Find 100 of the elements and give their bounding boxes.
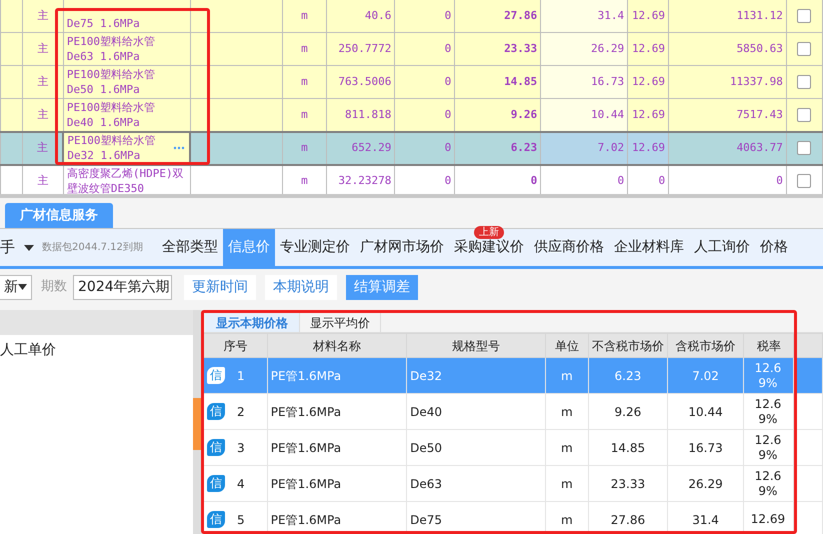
table-row[interactable]: 主 高密度聚乙烯(HDPE)双壁波纹管DE350 m 32.23278 0 0 0 0 0 xyxy=(0,164,822,194)
table-cell-text: 12.69% xyxy=(754,360,782,390)
checkbox[interactable] xyxy=(797,75,812,89)
table-cell: 0 xyxy=(394,66,455,98)
assistant-label: 手 xyxy=(0,237,15,258)
table-cell: 16.73 xyxy=(667,430,744,466)
table-cell: 5850.63 xyxy=(668,32,786,66)
table-cell: m xyxy=(282,32,327,66)
table-cell: 811.818 xyxy=(326,98,395,132)
table-cell: 11337.98 xyxy=(668,66,786,98)
table-cell: PE100塑料给水管 De32 1.6MPa xyxy=(63,132,190,164)
table-cell: m xyxy=(545,394,589,430)
dropdown[interactable]: 2024年第六期 xyxy=(73,274,172,300)
column-header[interactable]: 单位 xyxy=(545,334,589,358)
view-tab[interactable]: 显示本期价格 xyxy=(205,312,299,332)
checkbox[interactable] xyxy=(797,141,812,155)
table-cell: 0 xyxy=(394,98,455,132)
column-header[interactable]: 序号 xyxy=(204,334,268,358)
info-badge: 信 xyxy=(207,439,225,456)
toolbar-button[interactable]: 更新时间 xyxy=(184,274,256,300)
table-cell: 763.5006 xyxy=(326,66,395,98)
table-row[interactable]: 主 PE100塑料给水管 De40 1.6MPa m 811.818 0 9.26 10.44 12.69 7517.43 xyxy=(0,98,822,132)
nav-tab[interactable]: 专业测定价 xyxy=(274,229,355,266)
table-cell-text: 3 xyxy=(237,440,245,456)
table-cell: m xyxy=(545,358,589,394)
checkbox[interactable] xyxy=(797,42,812,56)
table-row[interactable]: 信 4 PE管1.6MPa De63 m 23.33 26.29 12.69% xyxy=(204,466,822,502)
column-header[interactable]: 含税市场价 xyxy=(667,334,744,358)
table-cell: 27.86 xyxy=(454,0,541,32)
nav-tab[interactable]: 人工询价 xyxy=(688,229,755,266)
table-cell: PE100塑料给水管 De40 1.6MPa xyxy=(63,98,190,132)
table-cell: m xyxy=(282,98,327,132)
column-header[interactable]: 税率 xyxy=(744,334,794,358)
table-cell: 10.44 xyxy=(667,394,744,430)
table-cell: 主 xyxy=(22,0,64,32)
table-cell: 0 xyxy=(394,132,455,164)
table-cell: m xyxy=(545,430,589,466)
table-cell: PE100塑料给水管 De63 1.6MPa xyxy=(63,32,190,66)
nav-tab[interactable]: 广材网市场价 xyxy=(354,229,449,266)
table-cell-text: 12.69% xyxy=(754,432,782,462)
nav-tab[interactable]: 供应商价格 xyxy=(528,229,609,266)
table-cell: m xyxy=(282,66,327,98)
nav-tab[interactable]: 企业材料库 xyxy=(608,229,689,266)
nav-tab[interactable]: 价格 xyxy=(754,229,793,266)
table-cell-text: 2 xyxy=(237,404,245,420)
table-cell: 40.6 xyxy=(326,0,395,32)
table-cell: De63 xyxy=(406,466,546,502)
new-badge: 上新 xyxy=(474,226,504,239)
table-cell: 23.33 xyxy=(454,32,541,66)
table-row[interactable]: 主 PE100塑料给水管 De50 1.6MPa m 763.5006 0 14.85 16.73 12.69 11337.98 xyxy=(0,66,822,98)
table-cell-text: 4 xyxy=(237,476,245,492)
package-expiry: 数据包2044.7.12到期 xyxy=(42,240,143,255)
table-cell: 7.02 xyxy=(667,358,744,394)
more-icon[interactable] xyxy=(173,146,186,150)
table-row[interactable]: 主 PE100塑料给水管 De63 1.6MPa m 250.7772 0 23.33 26.29 12.69 5850.63 xyxy=(0,32,822,66)
info-badge: 信 xyxy=(207,403,225,420)
view-tab[interactable]: 显示平均价 xyxy=(299,312,381,332)
tree-item[interactable]: 人工单价 xyxy=(0,335,193,361)
table-cell: PE管1.6MPa xyxy=(267,394,407,430)
table-cell: 12.69 xyxy=(628,66,669,98)
table-cell: 4063.77 xyxy=(668,132,786,164)
table-cell: PE100塑料给水管 De50 1.6MPa xyxy=(63,66,190,98)
table-cell: 14.85 xyxy=(588,430,668,466)
table-cell: 12.69 xyxy=(628,0,669,32)
info-badge: 信 xyxy=(207,475,225,492)
table-cell: 12.69 xyxy=(628,98,669,132)
table-cell: 26.29 xyxy=(667,466,744,502)
table-row[interactable]: 主 De75 1.6MPa m 40.6 0 27.86 31.4 12.69 1131.12 xyxy=(0,0,822,32)
table-cell-text: 12.69 xyxy=(750,512,786,527)
checkbox[interactable] xyxy=(797,9,812,23)
table-row[interactable]: 信 1 PE管1.6MPa De32 m 6.23 7.02 12.69% xyxy=(204,358,822,394)
toolbar-button[interactable]: 本期说明 xyxy=(265,274,337,300)
caret-icon[interactable] xyxy=(18,284,27,290)
table-row[interactable]: 信 5 PE管1.6MPa De75 m 27.86 31.4 12.69 xyxy=(204,502,822,534)
table-cell: 7.02 xyxy=(540,132,628,164)
period-label: 期数 xyxy=(41,278,67,296)
column-header[interactable]: 规格型号 xyxy=(406,334,546,358)
table-cell: PE管1.6MPa xyxy=(267,430,407,466)
dropdown[interactable]: 新 xyxy=(0,274,32,300)
table-cell: 12.69 xyxy=(628,132,669,164)
table-cell: De32 xyxy=(406,358,546,394)
caret-icon[interactable] xyxy=(24,244,34,250)
checkbox[interactable] xyxy=(797,174,812,188)
table-cell: 1131.12 xyxy=(668,0,786,32)
info-badge: 信 xyxy=(207,367,225,384)
table-cell: 250.7772 xyxy=(326,32,395,66)
table-cell: De75 1.6MPa xyxy=(63,0,190,32)
table-row[interactable]: 信 2 PE管1.6MPa De40 m 9.26 10.44 12.69% xyxy=(204,394,822,430)
table-row[interactable]: 信 3 PE管1.6MPa De50 m 14.85 16.73 12.69% xyxy=(204,430,822,466)
column-header[interactable]: 不含税市场价 xyxy=(588,334,668,358)
checkbox[interactable] xyxy=(797,108,812,122)
table-cell-text: 12.69% xyxy=(754,468,782,498)
splitter-handle[interactable] xyxy=(193,398,201,450)
table-cell: m xyxy=(545,466,589,502)
table-cell: PE管1.6MPa xyxy=(267,358,407,394)
nav-tab[interactable]: 全部类型 xyxy=(156,229,223,266)
table-cell: 12.69 xyxy=(628,32,669,66)
column-header[interactable]: 材料名称 xyxy=(267,334,407,358)
table-row[interactable]: 主 PE100塑料给水管 De32 1.6MPa m 652.29 0 6.23 7.02 12.69 4063.77 xyxy=(0,132,822,164)
info-badge: 信 xyxy=(207,511,225,528)
